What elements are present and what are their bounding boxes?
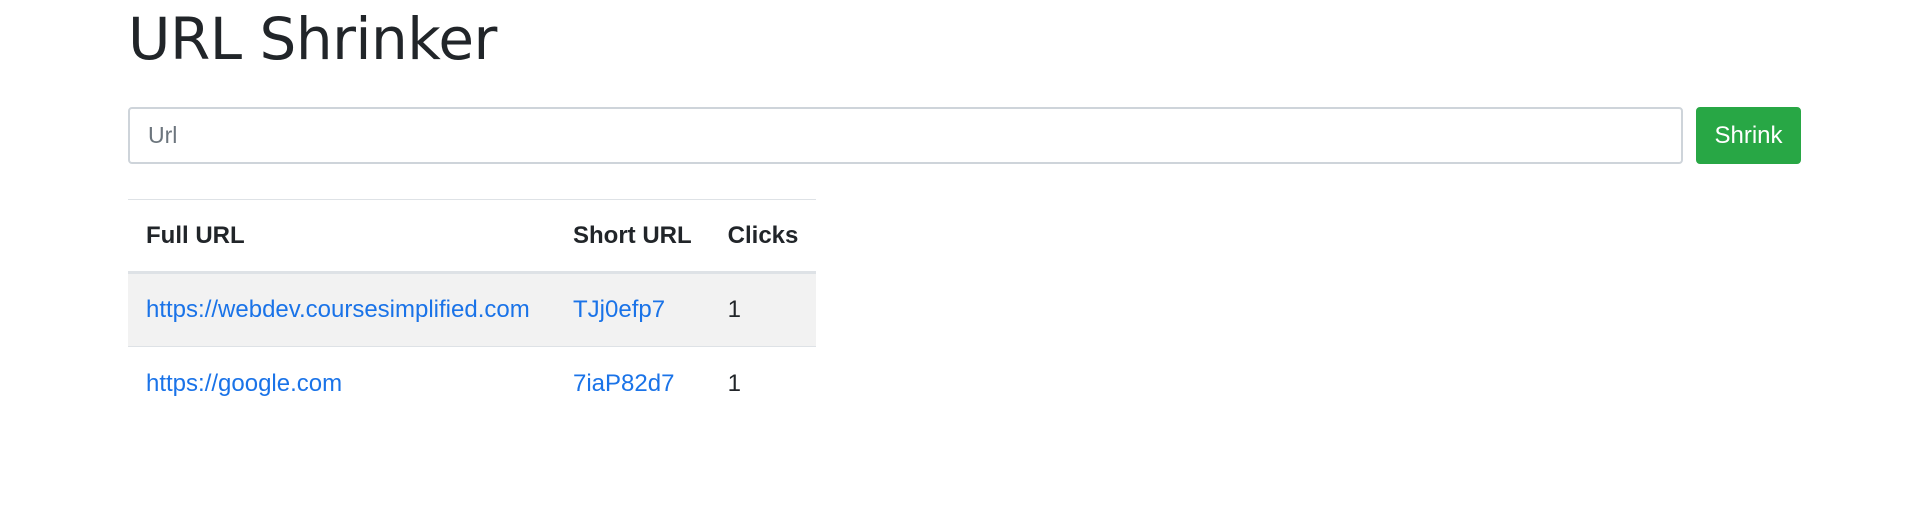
table-row: https://webdev.coursesimplified.com TJj0… [128,272,817,347]
shrink-form: Shrink [128,107,1808,164]
short-url-link[interactable]: 7iaP82d7 [573,370,674,397]
table-body: https://webdev.coursesimplified.com TJj0… [128,272,817,421]
full-url-link[interactable]: https://webdev.coursesimplified.com [146,296,530,323]
urls-table: Full URL Short URL Clicks https://webdev… [128,199,817,421]
table-header-row: Full URL Short URL Clicks [128,199,817,274]
header-short-url: Short URL [555,199,710,274]
short-url-link[interactable]: TJj0efp7 [573,296,665,323]
short-url-cell: TJj0efp7 [555,272,710,347]
shrink-button[interactable]: Shrink [1696,107,1801,164]
table-header: Full URL Short URL Clicks [128,199,817,274]
url-input[interactable] [128,107,1683,164]
table-row: https://google.com 7iaP82d7 1 [128,346,817,421]
header-full-url: Full URL [128,199,555,274]
full-url-link[interactable]: https://google.com [146,370,342,397]
clicks-cell: 1 [709,272,817,347]
short-url-cell: 7iaP82d7 [555,346,710,421]
page-title: URL Shrinker [128,5,497,73]
clicks-cell: 1 [709,346,817,421]
full-url-cell: https://webdev.coursesimplified.com [128,272,555,347]
full-url-cell: https://google.com [128,346,555,421]
header-clicks: Clicks [709,199,817,274]
